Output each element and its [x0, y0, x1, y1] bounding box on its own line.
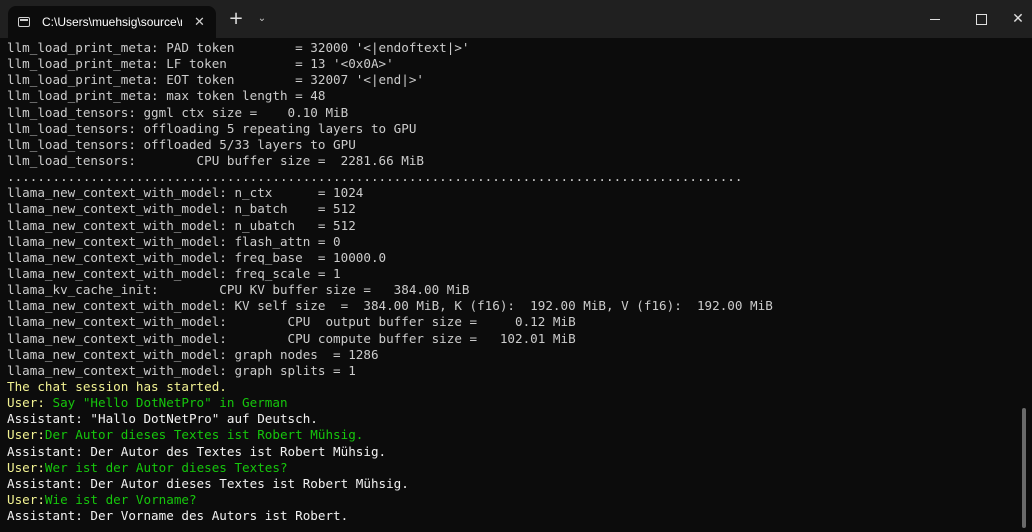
line-text: Assistant: Der Autor des Textes ist Robe…	[7, 443, 387, 459]
terminal-icon	[18, 17, 30, 27]
line-text: Assistant: Der Autor dieses Textes ist R…	[7, 475, 409, 491]
terminal-line: llama_new_context_with_model: KV self si…	[7, 298, 1020, 314]
terminal-line: llama_new_context_with_model: n_batch = …	[7, 201, 1020, 217]
terminal-line: Assistant: Der Autor des Textes ist Robe…	[7, 444, 1020, 460]
terminal-line: llm_load_tensors: offloaded 5/33 layers …	[7, 137, 1020, 153]
terminal-line: llama_new_context_with_model: graph node…	[7, 347, 1020, 363]
line-text: Assistant: Der Vorname des Autors ist Ro…	[7, 508, 349, 524]
terminal-output[interactable]: llm_load_print_meta: PAD token = 32000 '…	[0, 38, 1020, 532]
line-text: llm_load_print_meta: max token length = …	[7, 88, 326, 104]
terminal-line: llama_new_context_with_model: CPU output…	[7, 314, 1020, 330]
terminal-line: llm_load_print_meta: EOT token = 32007 '…	[7, 72, 1020, 88]
terminal-tab[interactable]: C:\Users\muehsig\source\rep ✕	[8, 6, 216, 38]
terminal-line: User:Der Autor dieses Textes ist Robert …	[7, 427, 1020, 443]
terminal-line: llama_new_context_with_model: flash_attn…	[7, 234, 1020, 250]
user-prefix: User:	[7, 491, 45, 507]
line-text: llama_new_context_with_model: n_batch = …	[7, 201, 356, 217]
terminal-line: llama_kv_cache_init: CPU KV buffer size …	[7, 282, 1020, 298]
terminal-line: llm_load_tensors: ggml ctx size = 0.10 M…	[7, 105, 1020, 121]
line-text: llama_new_context_with_model: n_ubatch =…	[7, 217, 356, 233]
line-text: llama_new_context_with_model: freq_base …	[7, 249, 387, 265]
maximize-button[interactable]	[958, 0, 1004, 38]
scrollbar-thumb[interactable]	[1022, 408, 1026, 528]
line-text: llama_kv_cache_init: CPU KV buffer size …	[7, 282, 470, 298]
terminal-line: llama_new_context_with_model: freq_scale…	[7, 266, 1020, 282]
terminal-line: llm_load_tensors: CPU buffer size = 2281…	[7, 153, 1020, 169]
line-text: llm_load_tensors: CPU buffer size = 2281…	[7, 152, 425, 168]
line-text: llama_new_context_with_model: CPU comput…	[7, 330, 576, 346]
terminal-line: llama_new_context_with_model: n_ctx = 10…	[7, 185, 1020, 201]
line-text: Assistant: "Hallo DotNetPro" auf Deutsch…	[7, 411, 318, 427]
new-tab-button[interactable]: +	[226, 9, 246, 29]
user-input-text: Say "Hello DotNetPro" in German	[52, 395, 288, 411]
terminal-line: llm_load_print_meta: LF token = 13 '<0x0…	[7, 56, 1020, 72]
line-text: The chat session has started.	[7, 378, 227, 394]
terminal-line: llama_new_context_with_model: graph spli…	[7, 363, 1020, 379]
terminal-line: The chat session has started.	[7, 379, 1020, 395]
line-text: llm_load_print_meta: PAD token = 32000 '…	[7, 40, 470, 55]
terminal-line: Assistant: Der Vorname des Autors ist Ro…	[7, 508, 1020, 524]
title-bar: C:\Users\muehsig\source\rep ✕ + ⌄ ✕	[0, 0, 1032, 38]
close-icon: ✕	[1012, 11, 1024, 27]
minimize-icon	[930, 18, 940, 20]
line-text: llm_load_tensors: offloading 5 repeating…	[7, 120, 417, 136]
terminal-line: llm_load_print_meta: max token length = …	[7, 88, 1020, 104]
line-text: llama_new_context_with_model: n_ctx = 10…	[7, 185, 364, 201]
terminal-line: llama_new_context_with_model: CPU comput…	[7, 331, 1020, 347]
line-text: llm_load_tensors: ggml ctx size = 0.10 M…	[7, 104, 349, 120]
line-text: llm_load_print_meta: LF token = 13 '<0x0…	[7, 56, 394, 72]
terminal-line: llm_load_tensors: offloading 5 repeating…	[7, 121, 1020, 137]
line-text: llm_load_print_meta: EOT token = 32007 '…	[7, 72, 425, 88]
terminal-line: llama_new_context_with_model: n_ubatch =…	[7, 218, 1020, 234]
terminal-line: User:Wer ist der Autor dieses Textes?	[7, 460, 1020, 476]
terminal-line: llm_load_print_meta: PAD token = 32000 '…	[7, 40, 1020, 56]
line-text: llama_new_context_with_model: graph node…	[7, 346, 379, 362]
terminal-line: User: Say "Hello DotNetPro" in German	[7, 395, 1020, 411]
user-input-text: Wer ist der Autor dieses Textes?	[44, 459, 288, 475]
line-text: ........................................…	[7, 169, 743, 185]
maximize-icon	[975, 13, 987, 25]
line-text: llama_new_context_with_model: CPU output…	[7, 314, 576, 330]
terminal-line: Assistant: Der Autor dieses Textes ist R…	[7, 476, 1020, 492]
line-text: llama_new_context_with_model: graph spli…	[7, 362, 356, 378]
terminal-line: ........................................…	[7, 169, 1020, 185]
minimize-button[interactable]	[912, 0, 958, 38]
tab-close-icon[interactable]: ✕	[194, 15, 205, 30]
user-input-text: Der Autor dieses Textes ist Robert Mühsi…	[44, 427, 364, 443]
line-text: llama_new_context_with_model: KV self si…	[7, 298, 773, 314]
line-text: llm_load_tensors: offloaded 5/33 layers …	[7, 136, 356, 152]
chevron-down-icon[interactable]: ⌄	[254, 10, 270, 28]
close-button[interactable]: ✕	[1004, 0, 1032, 38]
terminal-line: User:Wie ist der Vorname?	[7, 492, 1020, 508]
user-prefix: User:	[7, 459, 45, 475]
tab-title: C:\Users\muehsig\source\rep	[42, 15, 182, 29]
line-text: llama_new_context_with_model: flash_attn…	[7, 233, 341, 249]
user-prefix: User:	[7, 427, 45, 443]
line-text: llama_new_context_with_model: freq_scale…	[7, 265, 341, 281]
terminal-line: llama_new_context_with_model: freq_base …	[7, 250, 1020, 266]
user-prefix: User:	[7, 395, 53, 411]
user-input-text: Wie ist der Vorname?	[44, 491, 197, 507]
terminal-line: Assistant: "Hallo DotNetPro" auf Deutsch…	[7, 411, 1020, 427]
